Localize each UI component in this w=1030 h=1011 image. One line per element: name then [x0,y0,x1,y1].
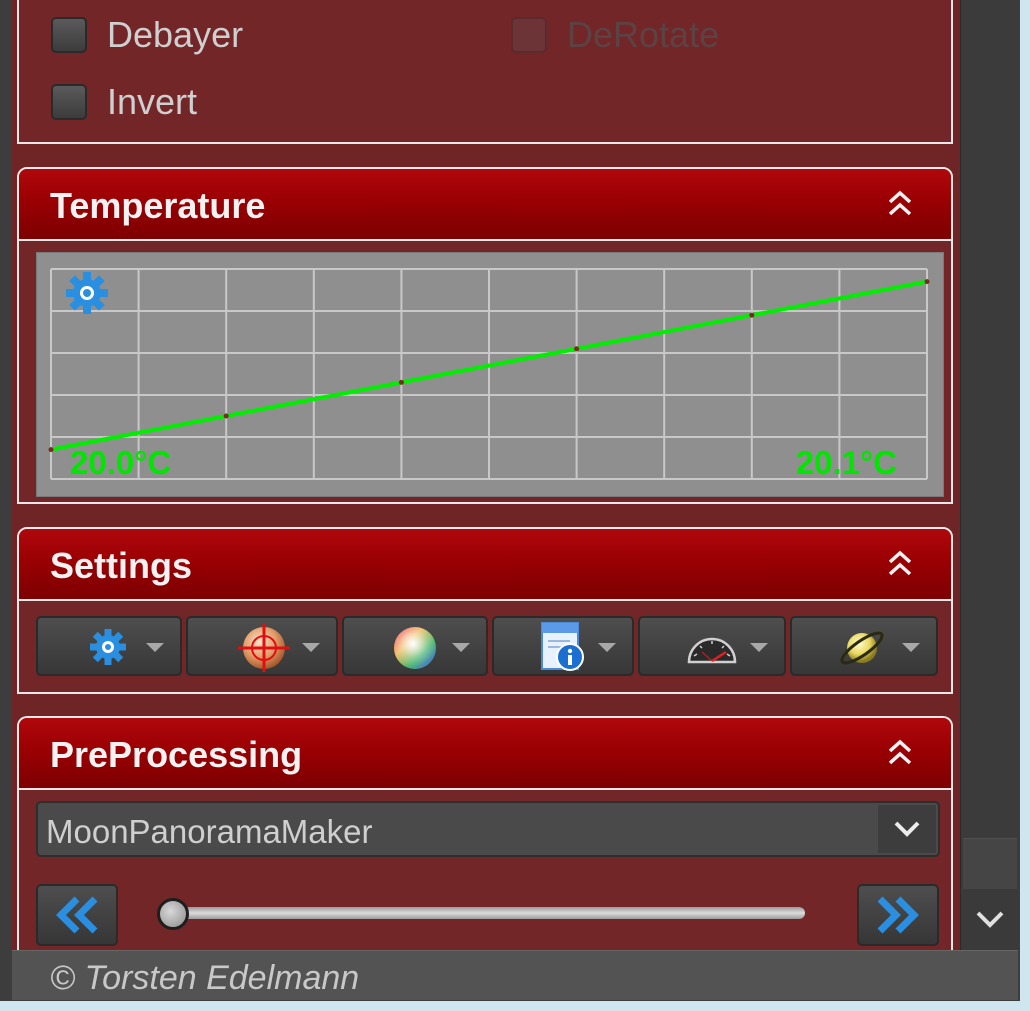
temperature-point [48,447,54,453]
temperature-point [924,279,930,285]
temperature-graph: 20.0°C 20.1°C [36,252,944,497]
saturn-icon [840,631,884,665]
invert-checkbox[interactable] [51,84,87,120]
previous-button[interactable] [36,884,118,946]
color-wheel-icon [394,627,436,669]
preprocessing-section: PreProcessing MoonPanoramaMaker [17,716,953,950]
copyright-text: © Torsten Edelmann [50,959,360,997]
temperature-point [749,312,755,318]
color-tool-button[interactable] [342,616,488,676]
temperature-title: Temperature [50,185,266,226]
derotate-checkbox [511,17,547,53]
script-select-button[interactable] [878,805,936,853]
footer: © Torsten Edelmann [12,950,1018,1000]
temperature-point [223,413,229,419]
temperature-point [574,346,580,352]
script-select[interactable]: MoonPanoramaMaker [36,801,940,857]
invert-option[interactable]: Invert [51,81,197,123]
gear-icon [90,629,126,665]
temperature-end-label: 20.1°C [796,444,897,481]
collapse-icon[interactable] [887,738,913,768]
temperature-point [398,379,404,385]
gauge-tool-button[interactable] [638,616,786,676]
planet-tool-button[interactable] [790,616,938,676]
scrollbar-track[interactable] [961,0,1019,890]
double-chevron-left-icon [56,896,98,934]
gauge-icon [687,637,737,664]
alignment-tool-button[interactable] [186,616,338,676]
next-button[interactable] [857,884,939,946]
chevron-down-icon [146,643,164,652]
frame-slider-thumb[interactable] [157,898,189,930]
scroll-down-button[interactable] [963,890,1017,948]
derotate-label: DeRotate [567,14,720,55]
app-window: Debayer DeRotate Invert Temperature 20.0… [0,0,1020,1001]
settings-header[interactable]: Settings [19,529,951,601]
debayer-option[interactable]: Debayer [51,14,243,56]
settings-title: Settings [50,545,193,586]
chevron-down-icon [750,643,768,652]
crosshair-planet-icon [238,624,290,672]
panel-area: Debayer DeRotate Invert Temperature 20.0… [12,0,960,950]
gear-tool-button[interactable] [36,616,182,676]
chevron-down-icon [894,821,920,837]
vertical-scrollbar[interactable] [960,0,1019,950]
debayer-label: Debayer [107,14,244,55]
chevron-down-icon [598,643,616,652]
scrollbar-thumb[interactable] [963,838,1017,889]
info-document-icon [541,622,584,671]
chevron-down-icon [302,643,320,652]
preprocessing-header[interactable]: PreProcessing [19,718,951,790]
info-tool-button[interactable] [492,616,634,676]
temperature-header[interactable]: Temperature [19,169,951,241]
derotate-option: DeRotate [511,14,719,56]
chevron-down-icon [976,911,1004,928]
temperature-chart: 20.0°C 20.1°C [48,268,930,481]
frame-slider-track[interactable] [175,907,805,919]
invert-label: Invert [107,81,198,122]
temperature-start-label: 20.0°C [70,444,171,481]
double-chevron-right-icon [877,896,919,934]
temperature-section: Temperature 20.0°C 20.1°C [17,167,953,504]
collapse-icon[interactable] [887,549,913,579]
chevron-down-icon [452,643,470,652]
settings-toolbar [36,616,940,678]
chevron-down-icon [902,643,920,652]
options-section: Debayer DeRotate Invert [17,0,953,144]
collapse-icon[interactable] [887,189,913,219]
settings-section: Settings [17,527,953,694]
preprocessing-title: PreProcessing [50,734,303,775]
debayer-checkbox[interactable] [51,17,87,53]
chart-settings-icon[interactable] [66,272,108,314]
script-select-value: MoonPanoramaMaker [46,813,373,850]
